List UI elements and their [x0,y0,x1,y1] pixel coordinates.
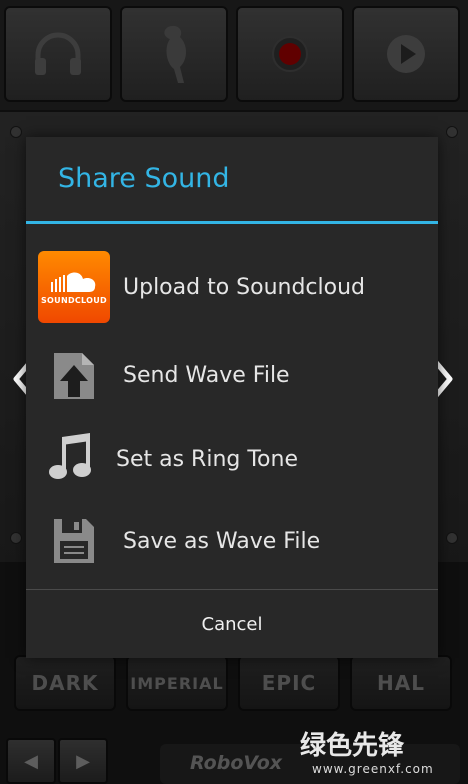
share-sound-dialog: Share Sound SOUNDCLOUD Upload to Soundcl… [26,137,438,658]
soundcloud-cloud-icon [51,272,96,292]
option-upload-soundcloud[interactable]: SOUNDCLOUD Upload to Soundcloud [26,245,438,329]
watermark-text: 绿色先锋 [300,731,405,761]
option-send-wave-file[interactable]: Send Wave File [26,333,438,417]
music-note-icon [49,433,91,479]
floppy-disk-icon [54,519,94,563]
option-save-wave-file[interactable]: Save as Wave File [26,499,438,583]
option-label: Save as Wave File [123,528,321,554]
watermark-url: www.greenxf.com [312,762,434,776]
option-set-ring-tone[interactable]: Set as Ring Tone [26,417,438,501]
upload-file-icon [54,353,94,399]
option-label: Send Wave File [123,362,290,388]
option-label: Upload to Soundcloud [123,274,366,300]
dialog-title: Share Sound [58,163,230,194]
soundcloud-logo-text: SOUNDCLOUD [40,295,107,305]
title-divider [26,221,438,224]
soundcloud-logo: SOUNDCLOUD [38,251,110,323]
option-label: Set as Ring Tone [116,446,298,472]
cancel-button[interactable]: Cancel [26,590,438,658]
